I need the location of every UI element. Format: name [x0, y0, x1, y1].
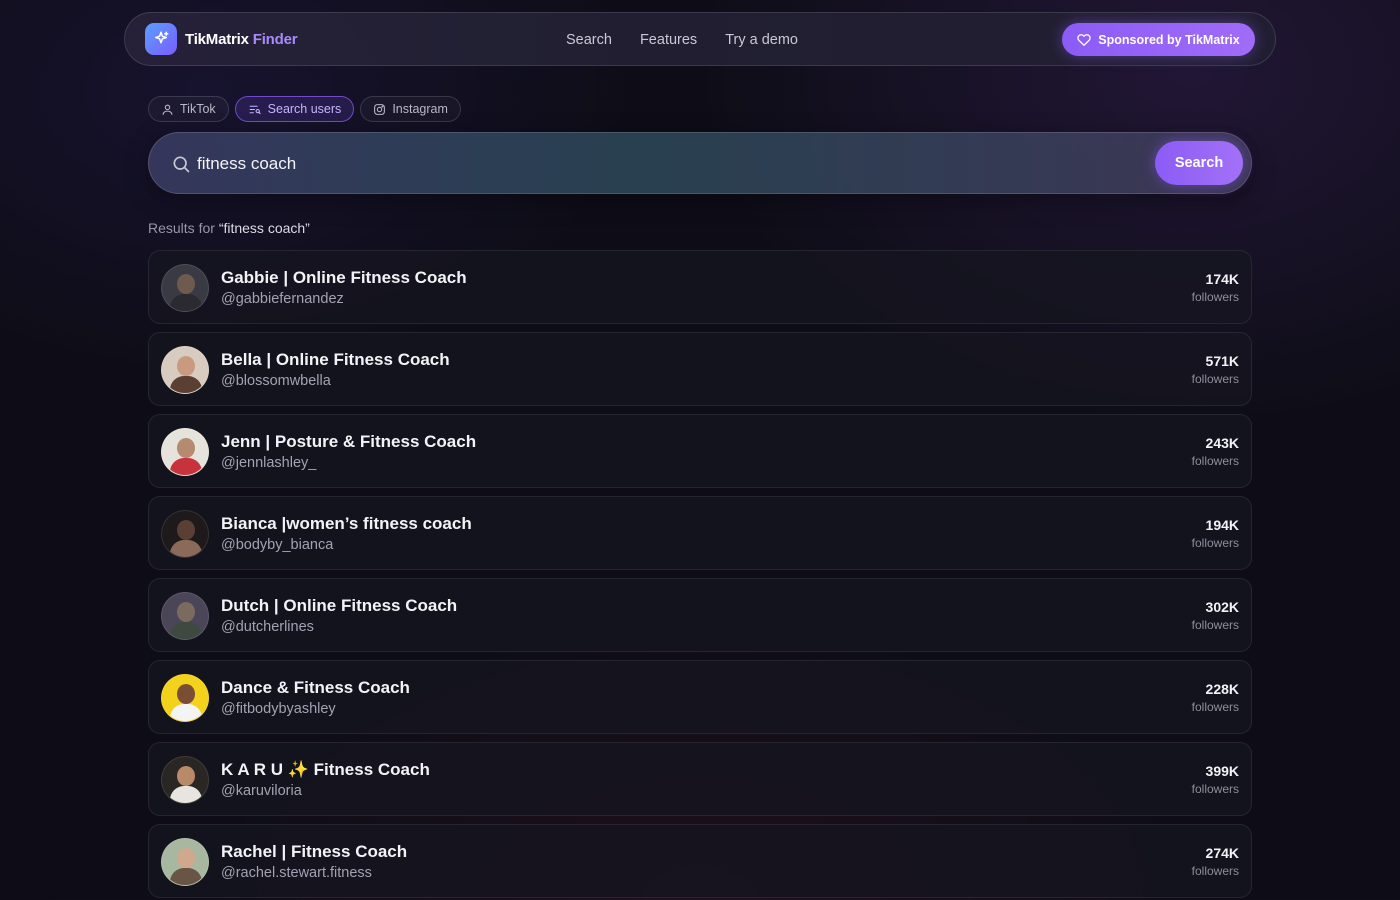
creator-name: Bianca |women’s fitness coach [221, 514, 472, 533]
avatar [161, 592, 209, 640]
follower-stat: 228K followers [1192, 681, 1239, 714]
follower-stat: 274K followers [1192, 845, 1239, 878]
tab-instagram-label: Instagram [392, 102, 448, 116]
follower-count: 399K [1205, 763, 1239, 779]
follower-stat: 243K followers [1192, 435, 1239, 468]
follower-stat: 302K followers [1192, 599, 1239, 632]
avatar [161, 264, 209, 312]
follower-count: 302K [1205, 599, 1239, 615]
brand-name-accent: Finder [252, 30, 298, 48]
result-card[interactable]: K A R U ✨ Fitness Coach @karuviloria 399… [148, 742, 1252, 816]
platform-tabs: TikTok Search users Instagram [148, 96, 467, 122]
result-card[interactable]: Dance & Fitness Coach @fitbodybyashley 2… [148, 660, 1252, 734]
follower-label: followers [1191, 864, 1239, 878]
creator-handle: @gabbiefernandez [221, 291, 344, 307]
search-input[interactable] [197, 133, 1097, 195]
heart-icon [1077, 33, 1091, 46]
follower-count: 274K [1205, 845, 1239, 861]
follower-label: followers [1191, 700, 1239, 714]
search-icon [173, 156, 190, 173]
creator-handle: @karuviloria [221, 783, 302, 799]
top-navbar: TikMatrix Finder Search Features Try a d… [124, 12, 1276, 66]
tab-tiktok-label: TikTok [180, 102, 216, 116]
creator-name: Bella | Online Fitness Coach [221, 350, 450, 369]
search-bar: Search [148, 132, 1252, 195]
tab-instagram[interactable]: Instagram [360, 96, 461, 122]
avatar [161, 838, 209, 886]
follower-stat: 194K followers [1192, 517, 1239, 550]
follower-count: 243K [1205, 435, 1239, 451]
follower-label: followers [1191, 618, 1239, 632]
instagram-icon [374, 103, 386, 115]
follower-label: followers [1191, 536, 1239, 550]
creator-name: Jenn | Posture & Fitness Coach [221, 432, 477, 451]
creator-name: Dutch | Online Fitness Coach [221, 596, 458, 615]
follower-count: 194K [1205, 517, 1239, 533]
result-card[interactable]: Rachel | Fitness Coach @rachel.stewart.f… [148, 824, 1252, 898]
nav-link-features[interactable]: Features [640, 32, 697, 48]
result-card[interactable]: Dutch | Online Fitness Coach @dutcherlin… [148, 578, 1252, 652]
creator-handle: @rachel.stewart.fitness [221, 865, 372, 881]
sparkle-icon [145, 23, 177, 55]
list-search-icon [249, 105, 261, 114]
follower-stat: 399K followers [1192, 763, 1239, 796]
search-button[interactable]: Search [1155, 141, 1243, 185]
tab-search-users[interactable]: Search users [234, 96, 355, 122]
results-list: Gabbie | Online Fitness Coach @gabbiefer… [148, 250, 1252, 900]
result-card[interactable]: Jenn | Posture & Fitness Coach @jennlash… [148, 414, 1252, 488]
user-icon [162, 104, 173, 115]
creator-name: Gabbie | Online Fitness Coach [221, 268, 467, 287]
avatar [161, 756, 209, 804]
nav-link-search[interactable]: Search [566, 32, 612, 48]
follower-label: followers [1191, 782, 1239, 796]
follower-count: 228K [1205, 681, 1239, 697]
result-card[interactable]: Bella | Online Fitness Coach @blossomwbe… [148, 332, 1252, 406]
nav-links: Search Features Try a demo [566, 13, 826, 67]
creator-name: K A R U ✨ Fitness Coach [221, 760, 430, 779]
results-query: “fitness coach” [218, 220, 310, 236]
avatar [161, 428, 209, 476]
avatar [161, 346, 209, 394]
tab-search-users-label: Search users [267, 102, 342, 116]
creator-name: Rachel | Fitness Coach [221, 842, 408, 861]
follower-count: 174K [1205, 271, 1239, 287]
creator-handle: @bodyby_bianca [221, 537, 334, 553]
results-prefix: Results for [148, 220, 219, 236]
follower-label: followers [1191, 454, 1239, 468]
creator-name: Dance & Fitness Coach [221, 678, 410, 697]
follower-count: 571K [1205, 353, 1239, 369]
follower-stat: 174K followers [1192, 271, 1239, 304]
brand[interactable]: TikMatrix Finder [145, 23, 298, 55]
result-card[interactable]: Bianca |women’s fitness coach @bodyby_bi… [148, 496, 1252, 570]
creator-handle: @jennlashley_ [221, 455, 317, 471]
brand-name: TikMatrix Finder [185, 30, 298, 48]
avatar [161, 674, 209, 722]
avatar [161, 510, 209, 558]
brand-name-main: TikMatrix [185, 30, 249, 48]
sponsor-label: Sponsored by TikMatrix [1098, 32, 1240, 47]
creator-handle: @blossomwbella [221, 373, 331, 389]
results-label: Results for “fitness coach” [148, 220, 310, 236]
follower-label: followers [1191, 290, 1239, 304]
follower-stat: 571K followers [1192, 353, 1239, 386]
nav-link-demo[interactable]: Try a demo [725, 32, 798, 48]
creator-handle: @dutcherlines [221, 619, 314, 635]
sponsor-button[interactable]: Sponsored by TikMatrix [1062, 23, 1255, 56]
follower-label: followers [1191, 372, 1239, 386]
creator-handle: @fitbodybyashley [221, 701, 336, 717]
result-card[interactable]: Gabbie | Online Fitness Coach @gabbiefer… [148, 250, 1252, 324]
tab-tiktok[interactable]: TikTok [148, 96, 229, 122]
